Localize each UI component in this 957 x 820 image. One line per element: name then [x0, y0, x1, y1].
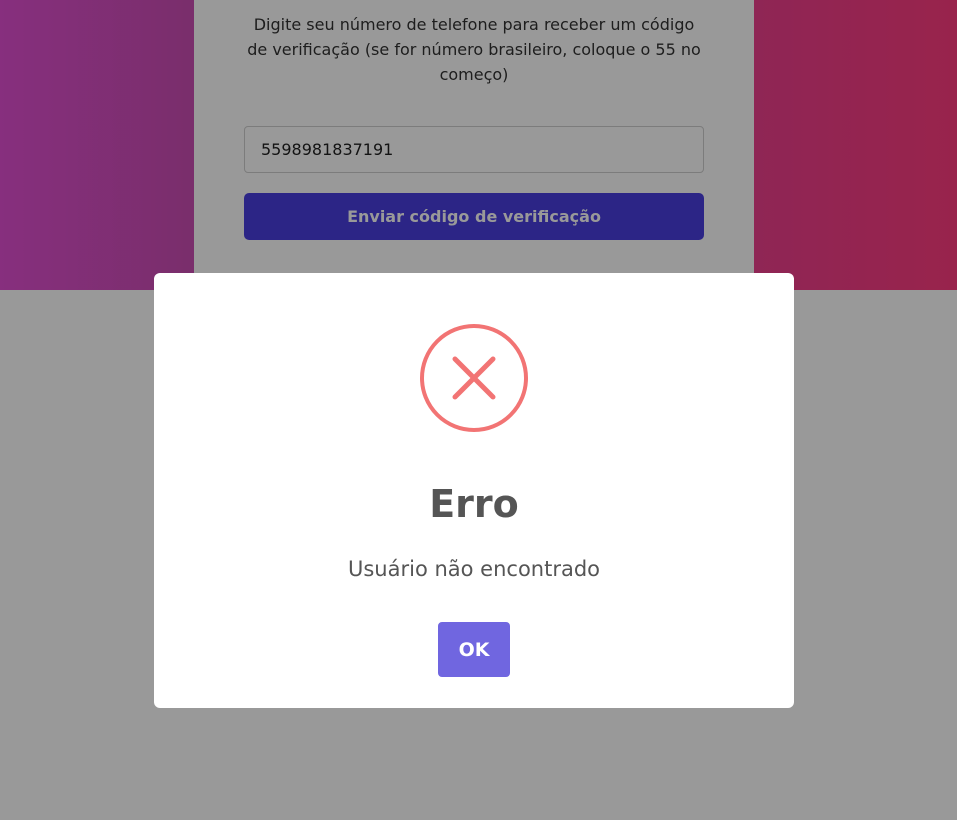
page: Digite seu número de telefone para receb… — [0, 0, 957, 820]
error-x-icon — [420, 324, 528, 432]
ok-button[interactable]: OK — [438, 622, 510, 677]
error-dialog: Erro Usuário não encontrado OK — [154, 273, 794, 708]
dialog-message: Usuário não encontrado — [347, 557, 601, 581]
dialog-title: Erro — [429, 482, 519, 526]
